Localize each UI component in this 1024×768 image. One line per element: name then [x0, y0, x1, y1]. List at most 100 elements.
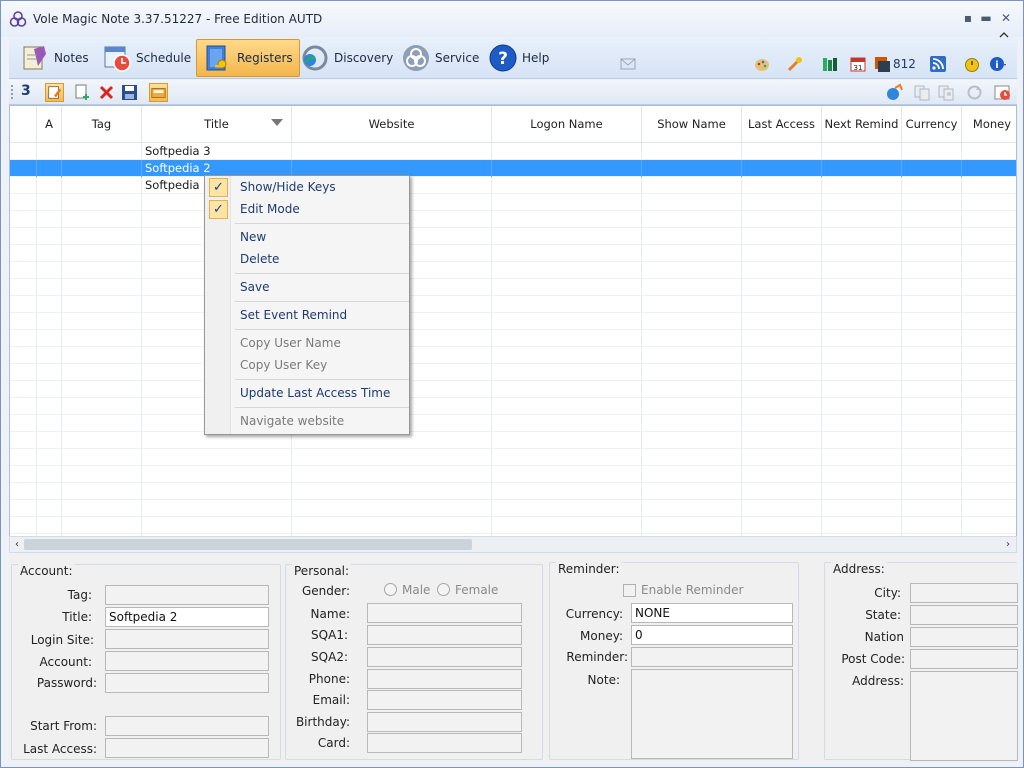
- scroll-right-icon[interactable]: ›: [1001, 537, 1015, 552]
- stats-icon[interactable]: [873, 55, 891, 73]
- reminder-clock-icon[interactable]: [993, 83, 1012, 102]
- tools-icon[interactable]: [786, 55, 804, 73]
- grid-cell[interactable]: [492, 160, 642, 177]
- grid-cell[interactable]: [62, 177, 142, 194]
- grid-cell[interactable]: [37, 160, 62, 177]
- last-access-field[interactable]: [105, 738, 269, 758]
- menu-item-delete[interactable]: Delete: [240, 249, 279, 269]
- address-textarea[interactable]: [910, 671, 1018, 761]
- rss-icon[interactable]: [929, 55, 947, 73]
- enable-reminder-checkbox[interactable]: [623, 584, 636, 597]
- grid-cell[interactable]: [902, 177, 962, 194]
- palette-icon[interactable]: [753, 55, 771, 73]
- column-header-a[interactable]: A: [37, 106, 62, 143]
- close-button[interactable]: ✕: [998, 11, 1014, 25]
- column-header-show-name[interactable]: Show Name: [642, 106, 742, 143]
- grid-cell[interactable]: [822, 160, 902, 177]
- password-field[interactable]: [105, 673, 269, 693]
- ribbon-notes-button[interactable]: Notes: [13, 39, 96, 77]
- menu-item-copy-user-name[interactable]: Copy User Name: [240, 333, 341, 353]
- reminder-field[interactable]: [631, 647, 793, 667]
- ribbon-discovery-button[interactable]: Discovery: [293, 39, 400, 77]
- restore-button[interactable]: ▬: [978, 11, 994, 25]
- calendar-icon[interactable]: 31: [849, 55, 867, 73]
- grid-cell[interactable]: [902, 143, 962, 160]
- mail-icon[interactable]: [619, 55, 637, 73]
- name-field[interactable]: [367, 603, 522, 623]
- grid-cell[interactable]: [822, 177, 902, 194]
- column-header-currency[interactable]: Currency: [902, 106, 962, 143]
- save-icon[interactable]: [120, 83, 139, 102]
- scroll-left-icon[interactable]: ‹: [10, 537, 24, 552]
- money-field[interactable]: 0: [631, 625, 793, 645]
- column-header-money[interactable]: Money: [962, 106, 1016, 143]
- menu-item-navigate-website[interactable]: Navigate website: [240, 411, 344, 431]
- menu-item-show-hide-keys[interactable]: Show/Hide Keys: [240, 177, 336, 197]
- stopwatch-icon[interactable]: [963, 55, 981, 73]
- column-header-title[interactable]: Title: [142, 106, 292, 143]
- menu-item-update-last-access-time[interactable]: Update Last Access Time: [240, 383, 390, 403]
- horizontal-scrollbar[interactable]: ‹ ›: [9, 536, 1017, 553]
- card-view-icon[interactable]: [149, 83, 168, 102]
- tag-field[interactable]: [105, 585, 269, 605]
- grid-cell[interactable]: [62, 143, 142, 160]
- info-icon[interactable]: i: [989, 55, 1007, 73]
- column-header-select[interactable]: [10, 106, 37, 143]
- grid-cell[interactable]: [742, 143, 822, 160]
- scrollbar-thumb[interactable]: [24, 539, 472, 550]
- table-row[interactable]: Softpedia: [10, 177, 1016, 194]
- grid-cell[interactable]: [822, 143, 902, 160]
- grid-cell[interactable]: [10, 177, 37, 194]
- male-radio[interactable]: [384, 583, 397, 596]
- grid-cell[interactable]: [37, 143, 62, 160]
- grid-cell[interactable]: [292, 143, 492, 160]
- ribbon-collapse-icon[interactable]: [999, 31, 1009, 39]
- ribbon-registers-button[interactable]: Registers: [196, 39, 300, 77]
- grid-cell[interactable]: [642, 160, 742, 177]
- female-radio[interactable]: [437, 583, 450, 596]
- grid-cell[interactable]: [642, 177, 742, 194]
- title-cell[interactable]: Softpedia 3: [142, 143, 292, 160]
- grid-cell[interactable]: [962, 177, 1016, 194]
- copy-key-icon[interactable]: [937, 83, 956, 102]
- refresh-icon[interactable]: [965, 83, 984, 102]
- menu-item-set-event-remind[interactable]: Set Event Remind: [240, 305, 347, 325]
- account-field[interactable]: [105, 651, 269, 671]
- phone-field[interactable]: [367, 669, 522, 689]
- birthday-field[interactable]: [367, 712, 522, 732]
- grid-cell[interactable]: [37, 177, 62, 194]
- grid-cell[interactable]: [962, 160, 1016, 177]
- start-from-field[interactable]: [105, 716, 269, 736]
- menu-item-save[interactable]: Save: [240, 277, 269, 297]
- table-row[interactable]: Softpedia 2: [10, 160, 1016, 177]
- nation-field[interactable]: [910, 627, 1018, 647]
- ribbon-schedule-button[interactable]: Schedule: [95, 39, 198, 77]
- column-header-next-remind[interactable]: Next Remind: [822, 106, 902, 143]
- delete-icon[interactable]: [97, 83, 116, 102]
- currency-field[interactable]: NONE: [631, 603, 793, 623]
- title-field[interactable]: Softpedia 2: [105, 607, 269, 627]
- sqa1-field[interactable]: [367, 625, 522, 645]
- card-field[interactable]: [367, 733, 522, 753]
- grid-cell[interactable]: [742, 177, 822, 194]
- sqa2-field[interactable]: [367, 647, 522, 667]
- note-textarea[interactable]: [631, 669, 793, 759]
- column-header-tag[interactable]: Tag: [62, 106, 142, 143]
- minimize-button[interactable]: ▪: [960, 11, 976, 25]
- email-field[interactable]: [367, 690, 522, 710]
- grid-cell[interactable]: [10, 143, 37, 160]
- menu-item-copy-user-key[interactable]: Copy User Key: [240, 355, 327, 375]
- grid-cell[interactable]: [492, 143, 642, 160]
- column-header-website[interactable]: Website: [292, 106, 492, 143]
- web-sync-icon[interactable]: [885, 83, 904, 102]
- column-header-logon-name[interactable]: Logon Name: [492, 106, 642, 143]
- registers-grid[interactable]: A Tag Title Website Logon Name Show Name…: [9, 105, 1017, 551]
- grid-cell[interactable]: [10, 160, 37, 177]
- grid-cell[interactable]: [742, 160, 822, 177]
- grid-cell[interactable]: [962, 143, 1016, 160]
- city-field[interactable]: [910, 583, 1018, 603]
- grid-cell[interactable]: [492, 177, 642, 194]
- grid-cell[interactable]: [62, 160, 142, 177]
- column-header-last-access[interactable]: Last Access: [742, 106, 822, 143]
- new-record-icon[interactable]: [73, 83, 92, 102]
